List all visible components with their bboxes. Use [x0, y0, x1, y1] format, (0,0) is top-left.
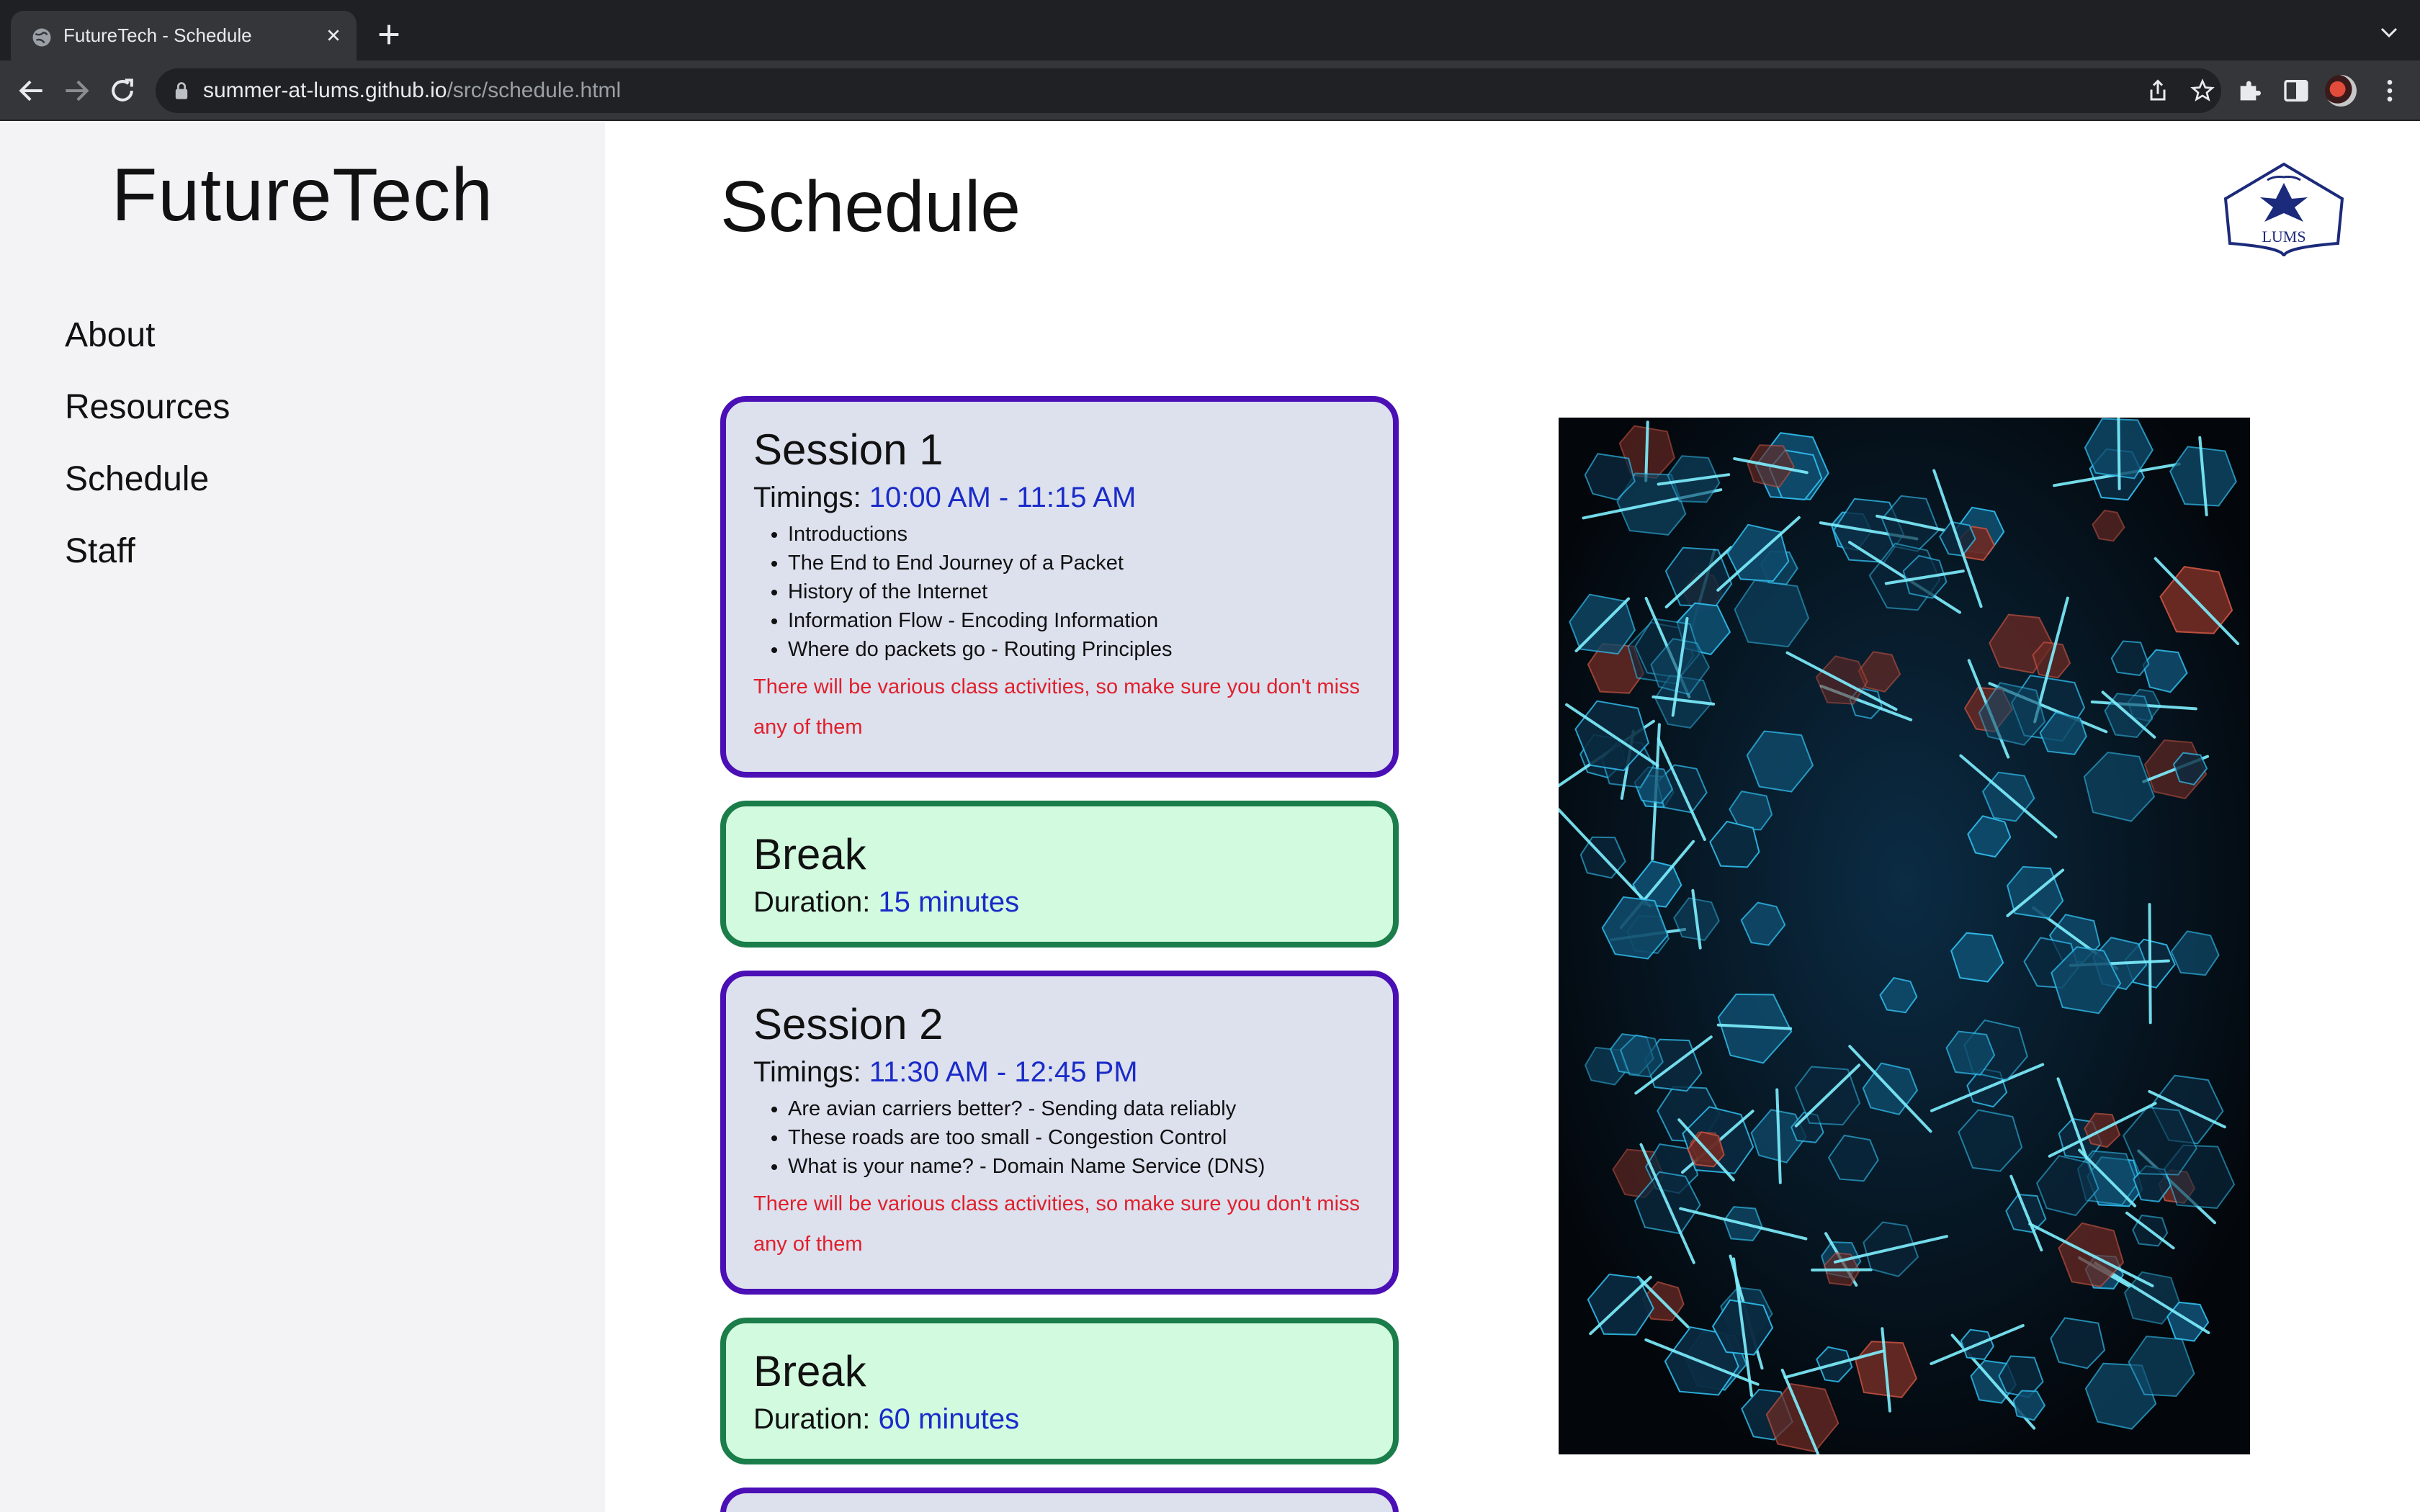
schedule-list: Session 1 Timings: 10:00 AM - 11:15 AM I… [720, 396, 1399, 1512]
lock-icon [175, 82, 188, 99]
browser-toolbar: summer-at-lums.github.io/src/schedule.ht… [0, 60, 2420, 121]
side-panel-icon[interactable] [2282, 76, 2311, 105]
share-icon[interactable] [2145, 78, 2171, 104]
list-item: What is your name? - Domain Name Service… [788, 1152, 1366, 1181]
card-meta: Duration: 15 minutes [753, 886, 1020, 918]
card-meta: Timings: 11:30 AM - 12:45 PM [753, 1056, 1138, 1088]
abstract-tech-image [1559, 418, 2250, 1454]
list-item: Introductions [788, 520, 1366, 549]
neon-rod-shape [2148, 903, 2152, 1025]
page-title: Schedule [720, 166, 1021, 247]
session-card: Session 1 Timings: 10:00 AM - 11:15 AM I… [720, 396, 1399, 778]
list-item: Information Flow - Encoding Information [788, 606, 1366, 635]
list-item: History of the Internet [788, 577, 1366, 606]
topic-list: Introductions The End to End Journey of … [753, 520, 1366, 664]
browser-tab-strip: FutureTech - Schedule [0, 0, 2420, 60]
list-item: These roads are too small - Congestion C… [788, 1123, 1366, 1152]
card-title: Break [753, 1347, 866, 1395]
profile-avatar[interactable] [2325, 75, 2357, 107]
timing-value: 10:00 AM - 11:15 AM [869, 482, 1137, 513]
break-card: Break Duration: 15 minutes [720, 801, 1399, 948]
reload-icon[interactable] [107, 75, 138, 107]
card-meta: Timings: 10:00 AM - 11:15 AM [753, 482, 1137, 513]
lums-logo: LUMS [2223, 162, 2344, 257]
web-page: FutureTech About Resources Schedule Staf… [0, 122, 2420, 1512]
forward-arrow-icon[interactable] [60, 75, 92, 107]
sidebar-item-schedule[interactable]: Schedule [65, 459, 230, 531]
session-card: Session 2 Timings: 11:30 AM - 12:45 PM A… [720, 971, 1399, 1295]
globe-icon [32, 28, 51, 47]
sidebar-item-resources[interactable]: Resources [65, 387, 230, 459]
extensions-puzzle-icon[interactable] [2236, 76, 2264, 105]
sidebar-item-staff[interactable]: Staff [65, 531, 230, 603]
kebab-menu-icon[interactable] [2375, 76, 2404, 105]
sidebar-item-about[interactable]: About [65, 315, 230, 387]
session-card-partial [720, 1488, 1399, 1512]
list-item: The End to End Journey of a Packet [788, 549, 1366, 577]
activity-note: There will be various class activities, … [753, 675, 1361, 739]
bookmark-star-icon[interactable] [2190, 78, 2215, 104]
card-title: Session 1 [753, 426, 944, 474]
main-content: Schedule LUMS Session 1 Timings: 10:00 A… [605, 122, 2420, 1512]
tab-title: FutureTech - Schedule [63, 24, 252, 46]
back-arrow-icon[interactable] [16, 75, 48, 107]
list-item: Are avian carriers better? - Sending dat… [788, 1094, 1366, 1123]
duration-value: 60 minutes [878, 1403, 1020, 1435]
close-icon[interactable] [322, 24, 345, 47]
timing-value: 11:30 AM - 12:45 PM [869, 1056, 1138, 1088]
sidebar-nav: About Resources Schedule Staff [65, 315, 230, 603]
duration-value: 15 minutes [878, 886, 1020, 918]
card-title: Break [753, 830, 866, 878]
sidebar: FutureTech About Resources Schedule Staf… [0, 122, 605, 1512]
url-text: summer-at-lums.github.io/src/schedule.ht… [203, 78, 622, 102]
break-card: Break Duration: 60 minutes [720, 1318, 1399, 1464]
card-meta: Duration: 60 minutes [753, 1403, 1020, 1435]
activity-note: There will be various class activities, … [753, 1192, 1361, 1256]
neon-rod-shape [2117, 418, 2121, 490]
address-bar[interactable]: summer-at-lums.github.io/src/schedule.ht… [156, 68, 2221, 113]
chevron-down-icon[interactable] [2378, 24, 2400, 40]
browser-tab-active[interactable]: FutureTech - Schedule [11, 11, 357, 60]
card-title: Session 2 [753, 1000, 944, 1048]
neon-rod-shape [1644, 420, 1649, 482]
new-tab-button[interactable] [375, 20, 403, 49]
list-item: Where do packets go - Routing Principles [788, 635, 1366, 664]
topic-list: Are avian carriers better? - Sending dat… [753, 1094, 1366, 1181]
svg-text:LUMS: LUMS [2262, 228, 2305, 246]
site-brand: FutureTech [111, 153, 494, 237]
